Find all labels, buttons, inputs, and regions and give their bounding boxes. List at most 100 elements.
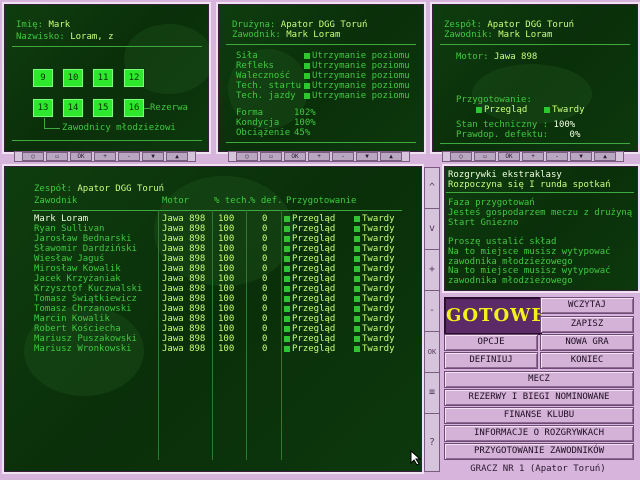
down-arrow-icon[interactable]: ▼ xyxy=(356,152,378,161)
cell-prep-hard[interactable]: Twardy xyxy=(354,294,395,304)
cell-prep-overhaul[interactable]: Przegląd xyxy=(284,244,335,254)
prep-option-hard[interactable]: Twardy xyxy=(544,105,585,115)
minus-button[interactable]: - xyxy=(118,152,140,161)
slot-12[interactable]: 12 xyxy=(123,68,145,88)
circle-icon[interactable]: ○ xyxy=(450,152,472,161)
down-arrow-icon[interactable]: ▼ xyxy=(142,152,164,161)
rider-preparation-button[interactable]: PRZYGOTOWANIE ZAWODNIKÓW xyxy=(444,443,634,460)
prep-option-overhaul[interactable]: Przegląd xyxy=(476,105,527,115)
cell-prep-hard[interactable]: Twardy xyxy=(354,344,395,354)
cell-prep-overhaul[interactable]: Przegląd xyxy=(284,314,335,324)
skill-value[interactable]: Utrzymanie poziomu xyxy=(304,71,410,81)
slot-10[interactable]: 10 xyxy=(62,68,84,88)
slot-15[interactable]: 15 xyxy=(92,98,114,118)
up-arrow-icon[interactable]: ▲ xyxy=(594,152,616,161)
cell-prep-hard[interactable]: Twardy xyxy=(354,314,395,324)
cell-prep-overhaul[interactable]: Przegląd xyxy=(284,274,335,284)
cell-prep-hard[interactable]: Twardy xyxy=(354,234,395,244)
table-row[interactable]: Ryan Sullivan Jawa 898 100 0 Przegląd Twardy xyxy=(4,224,422,234)
ok-button[interactable]: OK xyxy=(498,152,520,161)
slot-9[interactable]: 9 xyxy=(32,68,54,88)
scroll-down-button[interactable]: v xyxy=(424,208,440,250)
cell-prep-hard[interactable]: Twardy xyxy=(354,334,395,344)
skill-value[interactable]: Utrzymanie poziomu xyxy=(304,91,410,101)
table-row[interactable]: Robert Kościecha Jawa 898 100 0 Przegląd Twar… xyxy=(4,324,422,334)
down-arrow-icon[interactable]: ▼ xyxy=(570,152,592,161)
table-row[interactable]: Mirosław Kowalik Jawa 898 100 0 Przegląd Twar… xyxy=(4,264,422,274)
cell-prep-hard[interactable]: Twardy xyxy=(354,244,395,254)
slot-11[interactable]: 11 xyxy=(92,68,114,88)
remove-button[interactable]: - xyxy=(424,290,440,332)
skill-value[interactable]: Utrzymanie poziomu xyxy=(304,81,410,91)
skill-value[interactable]: Utrzymanie poziomu xyxy=(304,51,410,61)
circle-icon[interactable]: ○ xyxy=(236,152,258,161)
ok-button[interactable]: OK xyxy=(70,152,92,161)
table-row[interactable]: Jacek Krzyżaniak Jawa 898 100 0 Przegląd Twar… xyxy=(4,274,422,284)
cell-prep-hard[interactable]: Twardy xyxy=(354,264,395,274)
skill-value[interactable]: Utrzymanie poziomu xyxy=(304,61,410,71)
cell-prep-hard[interactable]: Twardy xyxy=(354,254,395,264)
minus-button[interactable]: - xyxy=(546,152,568,161)
cell-prep-overhaul[interactable]: Przegląd xyxy=(284,284,335,294)
plus-button[interactable]: + xyxy=(308,152,330,161)
table-row[interactable]: Krzysztof Kuczwalski Jawa 898 100 0 Przegląd… xyxy=(4,284,422,294)
cell-prep-overhaul[interactable]: Przegląd xyxy=(284,214,335,224)
add-button[interactable]: + xyxy=(424,249,440,291)
ok-side-button[interactable]: OK xyxy=(424,331,440,373)
table-row[interactable]: Wiesław Jaguś Jawa 898 100 0 Przegląd Twardy xyxy=(4,254,422,264)
cell-prep-overhaul[interactable]: Przegląd xyxy=(284,224,335,234)
define-button[interactable]: DEFINIUJ xyxy=(444,352,538,369)
quit-button[interactable]: KONIEC xyxy=(540,352,634,369)
plus-button[interactable]: + xyxy=(94,152,116,161)
cell-prep-overhaul[interactable]: Przegląd xyxy=(284,324,335,334)
plus-button[interactable]: + xyxy=(522,152,544,161)
finances-button[interactable]: FINANSE KLUBU xyxy=(444,407,634,424)
slot-16[interactable]: 16 xyxy=(123,98,145,118)
table-row[interactable]: Tomasz Chrzanowski Jawa 898 100 0 Przegląd Tw… xyxy=(4,304,422,314)
cell-motor: Jawa 898 xyxy=(162,334,206,344)
table-row[interactable]: Jarosław Bednarski Jawa 898 100 0 Przegląd Tw… xyxy=(4,234,422,244)
slot-13[interactable]: 13 xyxy=(32,98,54,118)
cell-prep-overhaul[interactable]: Przegląd xyxy=(284,294,335,304)
minus-button[interactable]: - xyxy=(332,152,354,161)
save-button[interactable]: ZAPISZ xyxy=(540,316,634,333)
cell-prep-overhaul[interactable]: Przegląd xyxy=(284,234,335,244)
scroll-up-button[interactable]: ^ xyxy=(424,167,440,209)
cell-prep-overhaul[interactable]: Przegląd xyxy=(284,264,335,274)
cell-prep-overhaul[interactable]: Przegląd xyxy=(284,304,335,314)
table-row[interactable]: Mark Loram Jawa 898 100 0 Przegląd Twardy xyxy=(4,214,422,224)
up-arrow-icon[interactable]: ▲ xyxy=(166,152,188,161)
copy-icon[interactable]: ▭ xyxy=(474,152,496,161)
up-arrow-icon[interactable]: ▲ xyxy=(380,152,402,161)
copy-icon[interactable]: ▭ xyxy=(260,152,282,161)
new-game-button[interactable]: NOWA GRA xyxy=(540,334,634,351)
options-button[interactable]: OPCJE xyxy=(444,334,538,351)
match-button[interactable]: MECZ xyxy=(444,371,634,388)
table-row[interactable]: Marcin Kowalik Jawa 898 100 0 Przegląd Twardy xyxy=(4,314,422,324)
cell-prep-hard[interactable]: Twardy xyxy=(354,224,395,234)
reserves-button[interactable]: REZERWY I BIEGI NOMINOWANE xyxy=(444,389,634,406)
help-button[interactable]: ? xyxy=(424,413,440,472)
cell-prep-hard[interactable]: Twardy xyxy=(354,304,395,314)
cell-name: Wiesław Jaguś xyxy=(34,254,105,264)
table-row[interactable]: Mariusz Wronkowski Jawa 898 100 0 Przegląd Tw… xyxy=(4,344,422,354)
cell-prep-hard[interactable]: Twardy xyxy=(354,274,395,284)
cell-prep-hard[interactable]: Twardy xyxy=(354,214,395,224)
ok-button[interactable]: OK xyxy=(284,152,306,161)
copy-icon[interactable]: ▭ xyxy=(46,152,68,161)
league-info-button[interactable]: INFORMACJE O ROZGRYWKACH xyxy=(444,425,634,442)
load-button[interactable]: WCZYTAJ xyxy=(540,297,634,314)
slot-14[interactable]: 14 xyxy=(62,98,84,118)
list-icon[interactable]: ≡ xyxy=(424,372,440,414)
cell-prep-hard[interactable]: Twardy xyxy=(354,324,395,334)
table-row[interactable]: Sławomir Dardziński Jawa 898 100 0 Przegląd T… xyxy=(4,244,422,254)
cell-prep-hard[interactable]: Twardy xyxy=(354,284,395,294)
gotowe-button[interactable]: GOTOWE xyxy=(444,297,545,335)
table-row[interactable]: Mariusz Puszakowski Jawa 898 100 0 Przegląd T… xyxy=(4,334,422,344)
check-icon xyxy=(354,335,360,342)
cell-prep-overhaul[interactable]: Przegląd xyxy=(284,254,335,264)
cell-prep-overhaul[interactable]: Przegląd xyxy=(284,344,335,354)
cell-prep-overhaul[interactable]: Przegląd xyxy=(284,334,335,344)
circle-icon[interactable]: ○ xyxy=(22,152,44,161)
table-row[interactable]: Tomasz Świątkiewicz Jawa 898 100 0 Przegląd T… xyxy=(4,294,422,304)
